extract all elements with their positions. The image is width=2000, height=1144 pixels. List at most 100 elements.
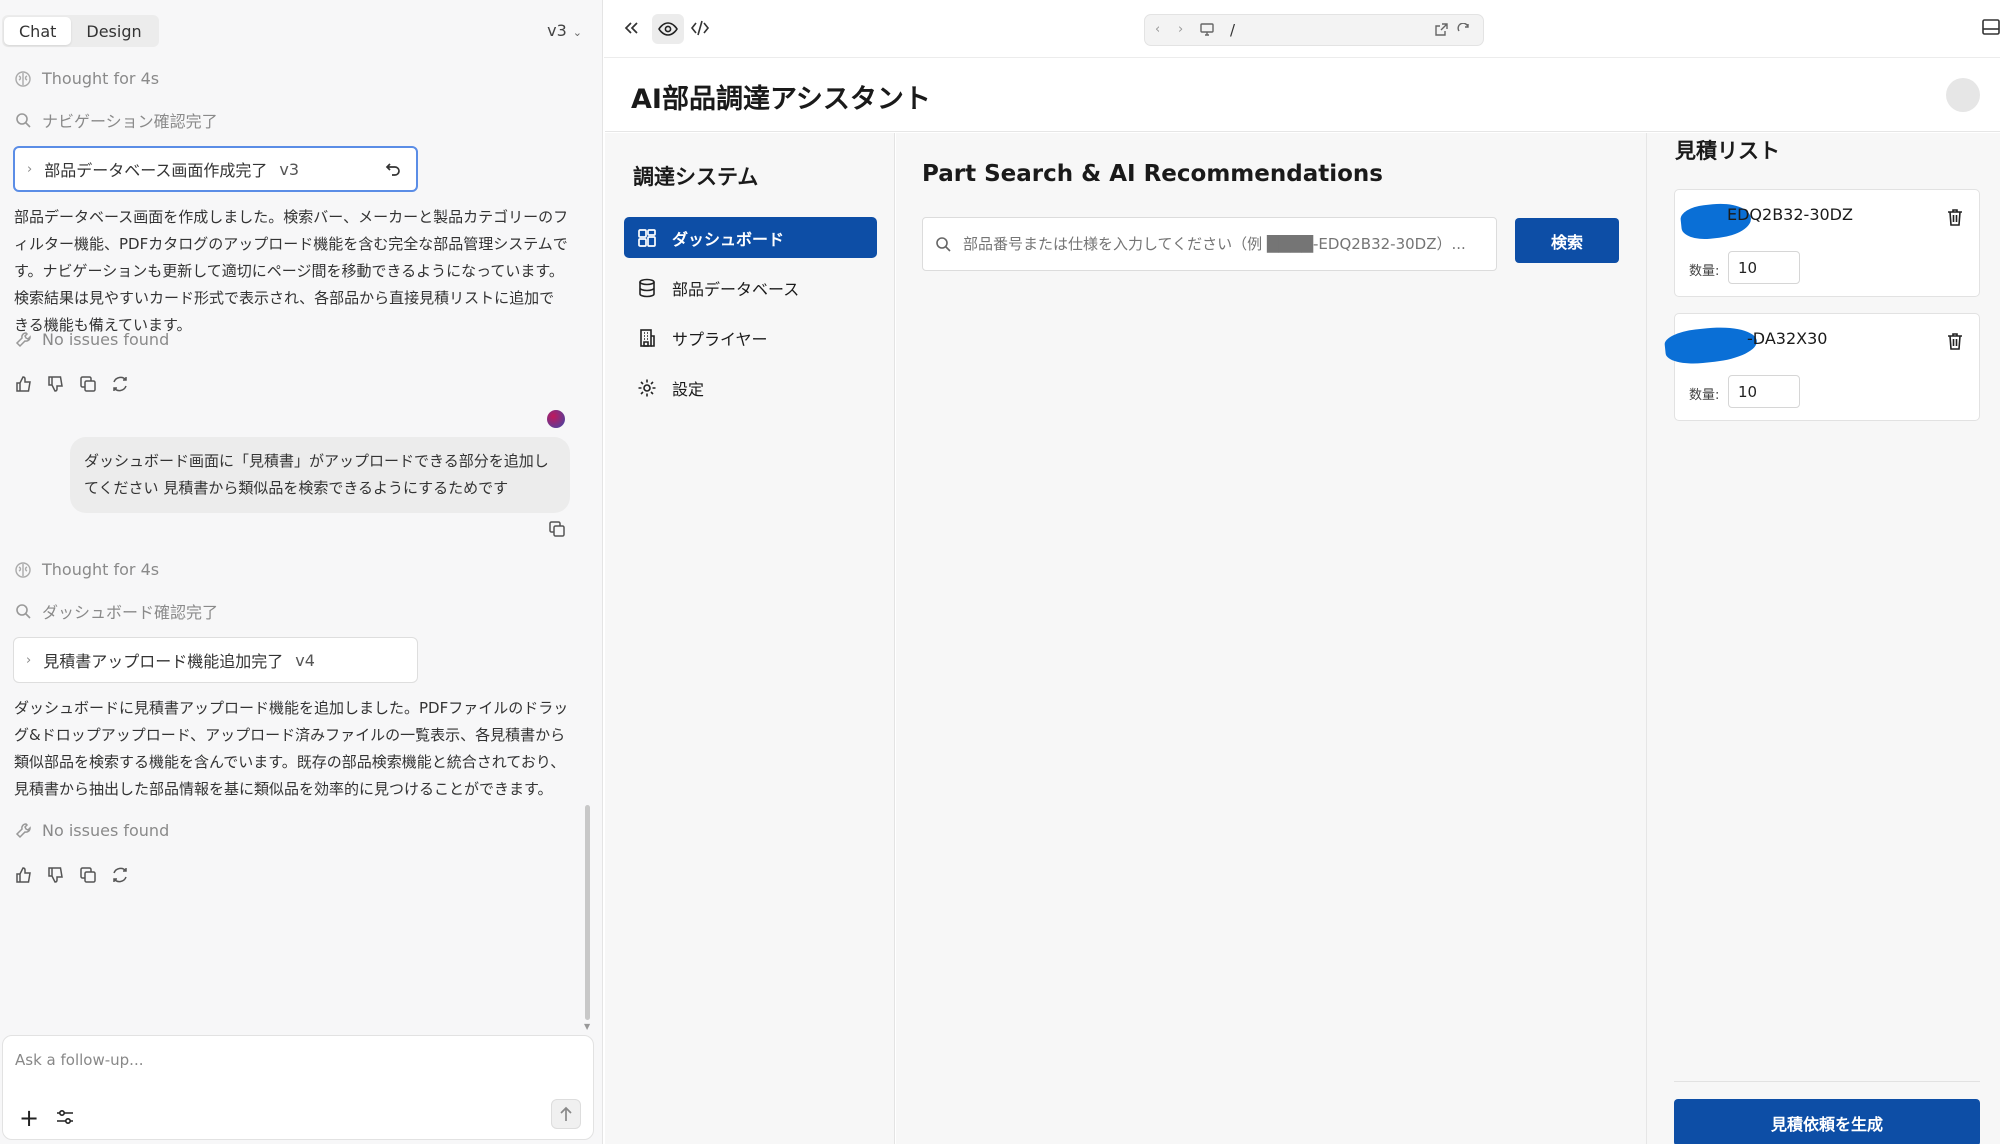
quantity-input[interactable] — [1728, 375, 1800, 408]
open-external-icon[interactable] — [1435, 23, 1448, 40]
part-search-box[interactable] — [922, 217, 1497, 271]
user-message-bubble: ダッシュボード画面に「見積書」がアップロードできる部分を追加してください 見積書… — [70, 437, 570, 513]
preview-toolbar: ‹ › / — [604, 0, 2000, 58]
sidebar-item-label: サプライヤー — [672, 329, 768, 349]
nav-forward-icon[interactable]: › — [1178, 22, 1183, 37]
user-avatar[interactable] — [1946, 78, 1980, 112]
issues-row: No issues found — [14, 821, 169, 840]
message-actions — [14, 374, 130, 394]
quantity-label: 数量: — [1689, 388, 1720, 403]
chevron-right-icon: › — [26, 652, 32, 668]
code-icon[interactable] — [690, 19, 710, 37]
sidebar-item-label: 部品データベース — [672, 279, 800, 299]
undo-icon[interactable] — [384, 160, 402, 182]
search-icon — [14, 602, 32, 620]
issues-label: No issues found — [42, 821, 170, 840]
plus-icon[interactable]: + — [19, 1104, 39, 1132]
url-path: / — [1230, 21, 1236, 39]
quote-list-title: 見積リスト — [1675, 139, 1780, 163]
tab-design[interactable]: Design — [71, 17, 156, 45]
generate-quote-request-button[interactable]: 見積依頼を生成 — [1674, 1099, 1980, 1144]
quote-list-item: -DA32X30 数量: — [1663, 313, 1980, 421]
part-number: -DA32X30 — [1747, 329, 1828, 348]
sidebar-item-suppliers[interactable]: サプライヤー — [624, 317, 877, 358]
sidebar-item-label: 設定 — [672, 379, 705, 399]
section-title: Part Search & AI Recommendations — [922, 161, 1383, 187]
wrench-icon — [14, 822, 32, 840]
sidebar-item-settings[interactable]: 設定 — [624, 367, 877, 408]
chat-design-tabs: Chat Design — [2, 15, 159, 47]
thumbs-up-icon[interactable] — [14, 865, 34, 885]
quantity-input[interactable] — [1728, 251, 1800, 284]
chat-scrollbar[interactable] — [585, 805, 590, 1020]
app-title: AI部品調達アシスタント — [631, 84, 931, 115]
trash-icon[interactable] — [1947, 332, 1963, 354]
thought-label: Thought for 4s — [42, 69, 160, 88]
copy-icon[interactable] — [78, 865, 98, 885]
thought-row[interactable]: Thought for 4s — [14, 560, 159, 579]
trash-icon[interactable] — [1947, 208, 1963, 230]
tab-chat[interactable]: Chat — [4, 17, 72, 45]
refresh-icon[interactable] — [1457, 22, 1470, 40]
thumbs-down-icon[interactable] — [46, 374, 66, 394]
search-icon — [935, 236, 951, 252]
version-card-v4[interactable]: › 見積書アップロード機能追加完了 v4 — [13, 637, 418, 683]
version-card-label: 見積書アップロード機能追加完了 — [43, 652, 284, 671]
assistant-message-text: ダッシュボードに見積書アップロード機能を追加しました。PDFファイルのドラッグ&… — [14, 699, 569, 798]
part-number: EDQ2B32-30DZ — [1727, 205, 1853, 224]
copy-icon[interactable] — [78, 374, 98, 394]
thumbs-up-icon[interactable] — [14, 374, 34, 394]
chat-composer[interactable]: Ask a follow-up... + — [2, 1035, 594, 1140]
send-button[interactable] — [551, 1099, 581, 1129]
sidebar-item-dashboard[interactable]: ダッシュボード — [624, 217, 877, 258]
status-row: ダッシュボード確認完了 — [14, 599, 218, 623]
version-card-version: v3 — [279, 159, 300, 179]
monitor-icon[interactable] — [1200, 23, 1214, 40]
thought-label: Thought for 4s — [42, 560, 160, 579]
redaction-mark — [1663, 323, 1759, 367]
version-selector-label: v3 — [547, 21, 567, 40]
brain-icon — [14, 561, 32, 579]
sidebar-item-label: ダッシュボード — [672, 229, 785, 249]
thought-row[interactable]: Thought for 4s — [14, 69, 159, 88]
user-avatar — [547, 410, 565, 428]
sliders-icon[interactable] — [55, 1108, 75, 1130]
gear-icon — [636, 377, 658, 399]
scroll-down-arrow-icon[interactable]: ▼ — [584, 1022, 590, 1031]
composer-input[interactable]: Ask a follow-up... — [15, 1051, 143, 1069]
brain-icon — [14, 70, 32, 88]
version-card-version: v4 — [295, 650, 315, 670]
chevron-right-icon: › — [27, 161, 33, 177]
status-row: ナビゲーション確認完了 — [14, 108, 218, 132]
version-card-label: 部品データベース画面作成完了 — [44, 161, 268, 180]
quantity-label: 数量: — [1689, 264, 1720, 279]
url-bar[interactable]: ‹ › / — [1144, 14, 1484, 46]
part-search-input[interactable] — [963, 235, 1483, 253]
issues-label: No issues found — [42, 330, 170, 349]
issues-row: No issues found — [14, 330, 169, 349]
thumbs-down-icon[interactable] — [46, 865, 66, 885]
quote-list-panel: 見積リスト EDQ2B32-30DZ 数量: -DA32X30 数量: 見積依頼… — [1646, 133, 2000, 1144]
sidebar-item-parts-database[interactable]: 部品データベース — [624, 267, 877, 308]
search-icon — [14, 111, 32, 129]
search-button[interactable]: 検索 — [1515, 218, 1619, 263]
preview-eye-icon[interactable] — [652, 14, 684, 44]
quote-list-item: EDQ2B32-30DZ 数量: — [1674, 189, 1980, 297]
chevron-down-icon: ⌄ — [572, 26, 582, 39]
assistant-message-text: 部品データベース画面を作成しました。検索バー、メーカーと製品カテゴリーのフィルタ… — [14, 208, 569, 334]
message-actions — [14, 865, 130, 885]
regenerate-icon[interactable] — [110, 865, 130, 885]
version-card-v3[interactable]: › 部品データベース画面作成完了 v3 — [13, 146, 418, 192]
status-label: ダッシュボード確認完了 — [42, 603, 219, 622]
chat-pane: Chat Design v3 ⌄ Thought for 4s ナビゲーション確認… — [0, 0, 603, 1144]
version-selector[interactable]: v3 ⌄ — [547, 21, 582, 40]
regenerate-icon[interactable] — [110, 374, 130, 394]
sidebar-title: 調達システム — [633, 165, 759, 189]
collapse-panel-icon[interactable] — [622, 19, 640, 37]
copy-icon[interactable] — [548, 520, 566, 542]
layout-panel-icon[interactable] — [1982, 19, 2000, 35]
nav-back-icon[interactable]: ‹ — [1155, 22, 1160, 37]
building-icon — [636, 327, 658, 349]
app-header: AI部品調達アシスタント — [605, 58, 2000, 132]
grid-icon — [636, 227, 658, 249]
